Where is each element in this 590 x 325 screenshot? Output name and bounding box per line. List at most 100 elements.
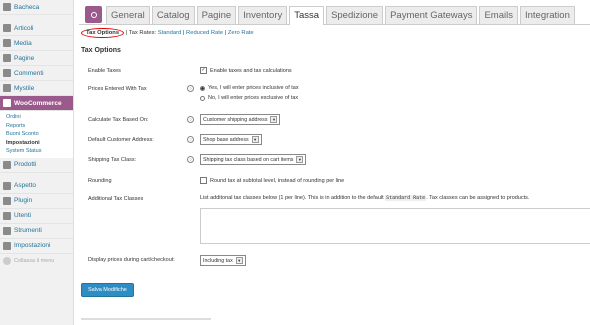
display-prices-select[interactable]: Including tax ▼ <box>200 255 246 266</box>
tab-pagine[interactable]: Pagine <box>196 6 237 24</box>
additional-classes-textarea[interactable] <box>200 208 590 244</box>
admin-sidebar: Bacheca Articoli Media Pagine Commenti M… <box>0 0 74 325</box>
default-address-select[interactable]: Shop base address ▼ <box>200 134 262 145</box>
prices-exclusive-radio[interactable] <box>200 95 205 101</box>
plugin-icon <box>3 196 11 205</box>
rounding-label: Rounding <box>88 178 112 184</box>
additional-desc-text: List additonal tax classes below (1 per … <box>200 195 384 201</box>
submenu-impostazioni[interactable]: Impostazioni <box>0 139 73 148</box>
appearance-icon <box>3 181 11 190</box>
tab-payment-gateways[interactable]: Payment Gateways <box>385 6 478 24</box>
tab-spedizione[interactable]: Spedizione <box>326 6 384 24</box>
calc-based-select[interactable]: Customer shipping address ▼ <box>200 114 281 125</box>
submenu-buoni-sconto[interactable]: Buoni Sconto <box>0 130 73 139</box>
product-icon <box>3 160 11 169</box>
shipping-tax-class-value: Shipping tax class based on cart items <box>203 156 294 163</box>
rounding-checkbox[interactable] <box>200 177 207 184</box>
footer-text <box>81 318 211 320</box>
subnav-separator: | <box>224 30 227 36</box>
sidebar-item-strumenti[interactable]: Strumenti <box>0 224 73 239</box>
prices-exclusive-text: No, I will enter prices exclusive of tax <box>208 95 299 101</box>
calc-based-label: Calculate Tax Based On: <box>88 117 149 123</box>
tab-tassa[interactable]: Tassa <box>289 6 325 25</box>
additional-desc-text-2: . Tax classes can be assigned to product… <box>426 195 530 201</box>
default-address-value: Shop base address <box>203 136 249 143</box>
help-icon[interactable]: ? <box>187 116 194 123</box>
subnav-tax-options[interactable]: Tax Options <box>81 28 125 38</box>
tab-emails[interactable]: Emails <box>479 6 518 24</box>
pin-icon <box>3 24 11 32</box>
comment-icon <box>3 69 11 77</box>
shipping-tax-class-select[interactable]: Shipping tax class based on cart items ▼ <box>200 154 307 165</box>
sidebar-item-pagine[interactable]: Pagine <box>0 51 73 66</box>
tab-general[interactable]: General <box>106 6 150 24</box>
sidebar-item-aspetto[interactable]: Aspetto <box>0 179 73 194</box>
prices-inclusive-text: Yes, I will enter prices inclusive of ta… <box>208 85 299 91</box>
save-button[interactable]: Salva Modifiche <box>81 283 134 297</box>
sidebar-item-label: Plugin <box>14 197 33 204</box>
subnav-zero-rate[interactable]: Zero Rate <box>228 30 254 36</box>
subnav-reduced-rate[interactable]: Reduced Rate <box>186 30 223 36</box>
rounding-field: Round tax at subtotal level, instead of … <box>200 177 344 184</box>
users-icon <box>3 211 11 220</box>
submenu-ordini[interactable]: Ordini <box>0 113 73 122</box>
prices-inclusive-option: Yes, I will enter prices inclusive of ta… <box>200 85 299 91</box>
submenu-system-status[interactable]: System Status <box>0 147 73 156</box>
dashboard-icon <box>3 3 11 11</box>
collapse-icon <box>3 257 11 265</box>
rounding-text: Round tax at subtotal level, instead of … <box>210 177 345 184</box>
display-prices-value: Including tax <box>203 257 233 264</box>
help-icon[interactable]: ? <box>187 156 194 163</box>
sidebar-item-label: Impostazioni <box>14 242 51 249</box>
sidebar-item-prodotti[interactable]: Prodotti <box>0 158 73 173</box>
settings-tabs: General Catalog Pagine Inventory Tassa S… <box>79 4 590 25</box>
woocommerce-logo-icon <box>85 6 102 23</box>
additional-classes-desc: List additonal tax classes below (1 per … <box>200 195 529 201</box>
submenu-reports[interactable]: Reports <box>0 122 73 131</box>
help-icon[interactable]: ? <box>187 136 194 143</box>
prices-exclusive-option: No, I will enter prices exclusive of tax <box>200 95 298 101</box>
collapse-label: Collassa il menu <box>14 258 55 264</box>
sidebar-item-label: Aspetto <box>14 182 37 189</box>
page-icon <box>3 54 11 62</box>
calc-based-value: Customer shipping address <box>203 116 268 123</box>
sidebar-item-mystile[interactable]: Mystile <box>0 81 73 96</box>
display-prices-label: Display prices during cart/checkout: <box>88 257 175 263</box>
enable-taxes-label: Enable Taxes <box>88 68 121 74</box>
sidebar-item-label: Media <box>14 39 32 47</box>
sidebar-item-plugin[interactable]: Plugin <box>0 194 73 209</box>
shipping-tax-class-label: Shipping Tax Class: <box>88 157 137 163</box>
woocommerce-submenu: Ordini Reports Buoni Sconto Impostazioni… <box>0 111 73 158</box>
tab-inventory[interactable]: Inventory <box>238 6 288 24</box>
chevron-down-icon: ▼ <box>296 156 304 163</box>
sidebar-item-articoli[interactable]: Articoli <box>0 21 73 36</box>
tab-catalog[interactable]: Catalog <box>151 6 195 24</box>
chevron-down-icon: ▼ <box>235 257 243 264</box>
help-icon[interactable]: ? <box>187 85 194 92</box>
subnav-standard[interactable]: Standard <box>158 30 182 36</box>
sidebar-item-impostazioni[interactable]: Impostazioni <box>0 239 73 254</box>
sidebar-item-label: Utenti <box>14 212 31 219</box>
sidebar-item-label: Bacheca <box>14 3 40 11</box>
sidebar-item-commenti[interactable]: Commenti <box>0 66 73 81</box>
section-title: Tax Options <box>81 47 121 54</box>
settings-icon <box>3 241 11 250</box>
prices-inclusive-radio[interactable] <box>200 85 205 91</box>
enable-taxes-checkbox[interactable] <box>200 67 207 74</box>
sidebar-item-utenti[interactable]: Utenti <box>0 209 73 224</box>
tab-integration[interactable]: Integration <box>519 6 575 24</box>
sidebar-item-label: Prodotti <box>14 161 37 168</box>
collapse-menu-button[interactable]: Collassa il menu <box>0 254 73 269</box>
sidebar-item-media[interactable]: Media <box>0 36 73 51</box>
default-address-label: Default Customer Address: <box>88 137 154 143</box>
sidebar-item-label: Strumenti <box>14 227 42 234</box>
standard-rate-code: Standard Rate <box>385 195 427 201</box>
theme-icon <box>3 84 11 92</box>
enable-taxes-field: Enable taxes and tax calculations <box>200 67 292 74</box>
subnav-separator: | <box>182 30 185 36</box>
sidebar-item-label: Pagine <box>14 54 35 62</box>
chevron-down-icon: ▼ <box>270 116 278 123</box>
enable-taxes-text: Enable taxes and tax calculations <box>210 67 292 74</box>
sidebar-item-bacheca[interactable]: Bacheca <box>0 0 73 15</box>
sidebar-item-woocommerce[interactable]: WooCommerce <box>0 96 73 111</box>
